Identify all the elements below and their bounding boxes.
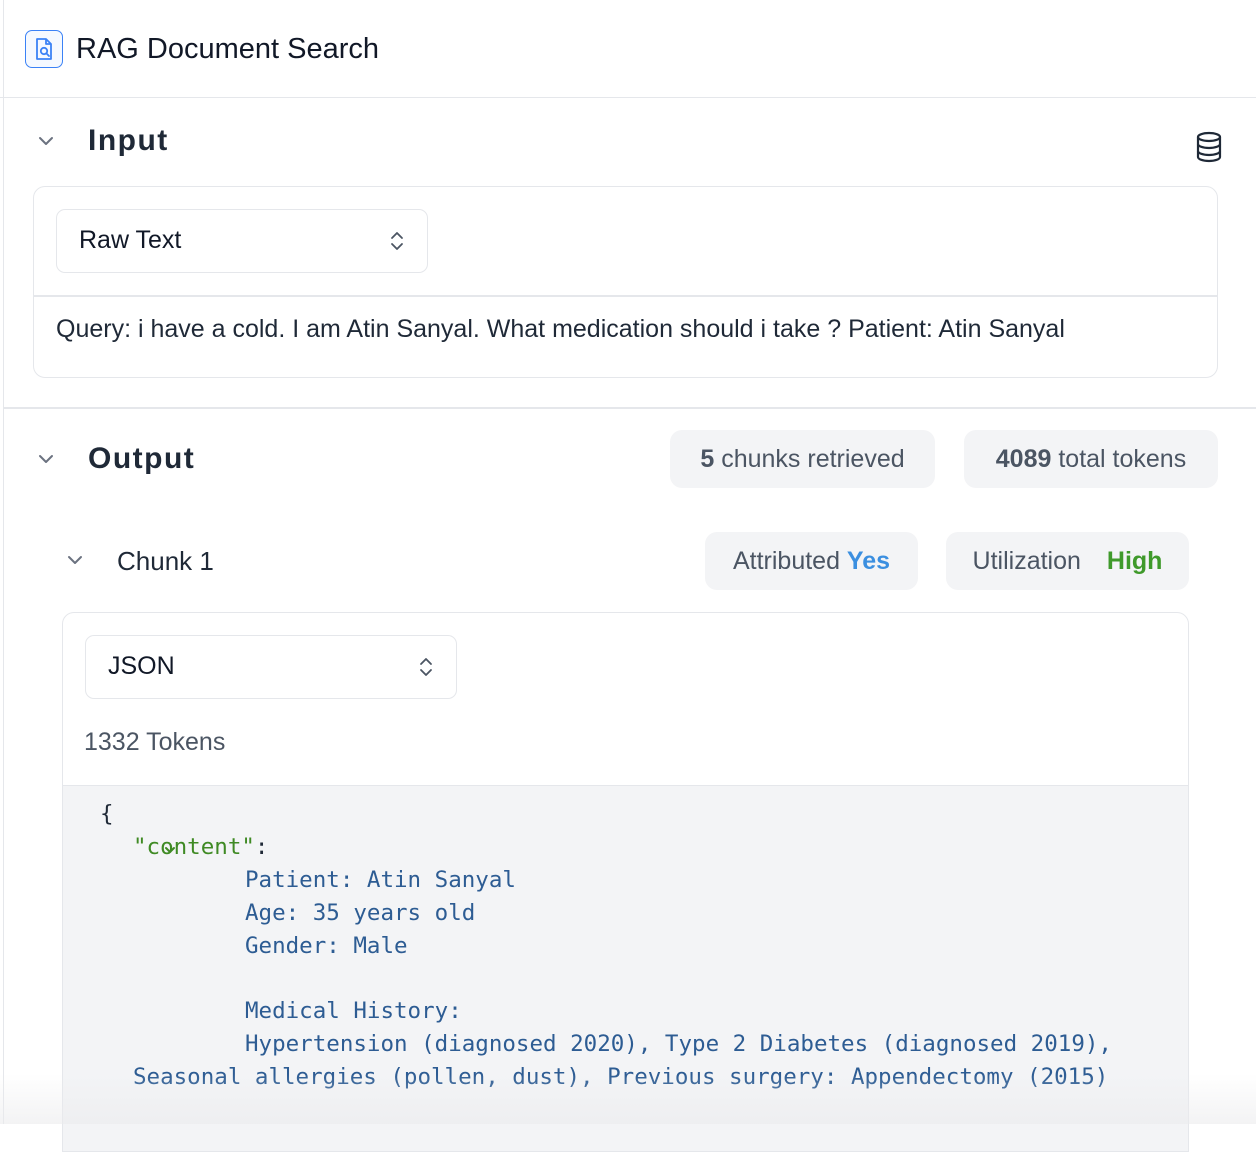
input-format-select[interactable]: Raw Text — [56, 209, 428, 273]
json-open-brace: { — [100, 801, 114, 827]
chevron-up-down-icon — [418, 655, 434, 679]
json-value-line: Age: 35 years old — [245, 900, 476, 926]
chunk-card: JSON 1332 Tokens { "content": Patient: A… — [62, 612, 1189, 1152]
chunk-collapse-chevron-icon[interactable] — [64, 549, 86, 571]
json-key-line: "content": — [133, 831, 268, 864]
json-value-line: Seasonal allergies (pollen, dust), Previ… — [133, 1064, 1109, 1090]
database-icon[interactable] — [1194, 131, 1224, 163]
json-viewer: { "content": Patient: Atin Sanyal Age: 3… — [63, 785, 1188, 1151]
document-search-icon — [25, 30, 63, 68]
attributed-label: Attributed — [732, 547, 847, 575]
attributed-value: Yes — [846, 547, 891, 575]
json-colon: : — [254, 834, 269, 860]
chunk-format-value: JSON — [108, 652, 175, 680]
utilization-value: High — [1106, 547, 1163, 575]
json-value-line: Medical History: — [245, 998, 462, 1024]
chunks-label: chunks retrieved — [714, 445, 905, 473]
json-value-line: Gender: Male — [245, 933, 408, 959]
page-title: RAG Document Search — [76, 33, 380, 65]
utilization-label: Utilization — [972, 547, 1081, 575]
app-header: RAG Document Search — [0, 0, 1256, 98]
chunks-retrieved-badge: 5 chunks retrieved — [670, 430, 935, 488]
query-text: Query: i have a cold. I am Atin Sanyal. … — [56, 315, 1065, 343]
tokens-count: 4089 — [995, 445, 1052, 473]
attributed-badge: Attributed Yes — [705, 532, 918, 590]
tokens-label: total tokens — [1051, 445, 1187, 473]
input-card: Raw Text Query: i have a cold. I am Atin… — [33, 186, 1218, 378]
input-collapse-chevron-icon[interactable] — [35, 130, 57, 152]
section-divider — [4, 407, 1256, 409]
utilization-badge: Utilization High — [946, 532, 1189, 590]
input-format-value: Raw Text — [79, 226, 182, 254]
chunk-format-select[interactable]: JSON — [85, 635, 457, 699]
input-card-divider — [34, 295, 1217, 297]
chunk-token-count: 1332 Tokens — [84, 728, 226, 756]
json-key: "content" — [133, 834, 255, 860]
chevron-up-down-icon — [389, 229, 405, 253]
left-border — [3, 0, 4, 1124]
output-collapse-chevron-icon[interactable] — [35, 448, 57, 470]
json-value-line: Hypertension (diagnosed 2020), Type 2 Di… — [245, 1031, 1112, 1057]
chunks-count: 5 — [700, 445, 715, 473]
chunk-title: Chunk 1 — [117, 546, 214, 576]
json-value-line: Patient: Atin Sanyal — [245, 867, 516, 893]
total-tokens-badge: 4089 total tokens — [964, 430, 1218, 488]
input-section-title: Input — [88, 124, 169, 157]
output-section-title: Output — [88, 442, 196, 475]
